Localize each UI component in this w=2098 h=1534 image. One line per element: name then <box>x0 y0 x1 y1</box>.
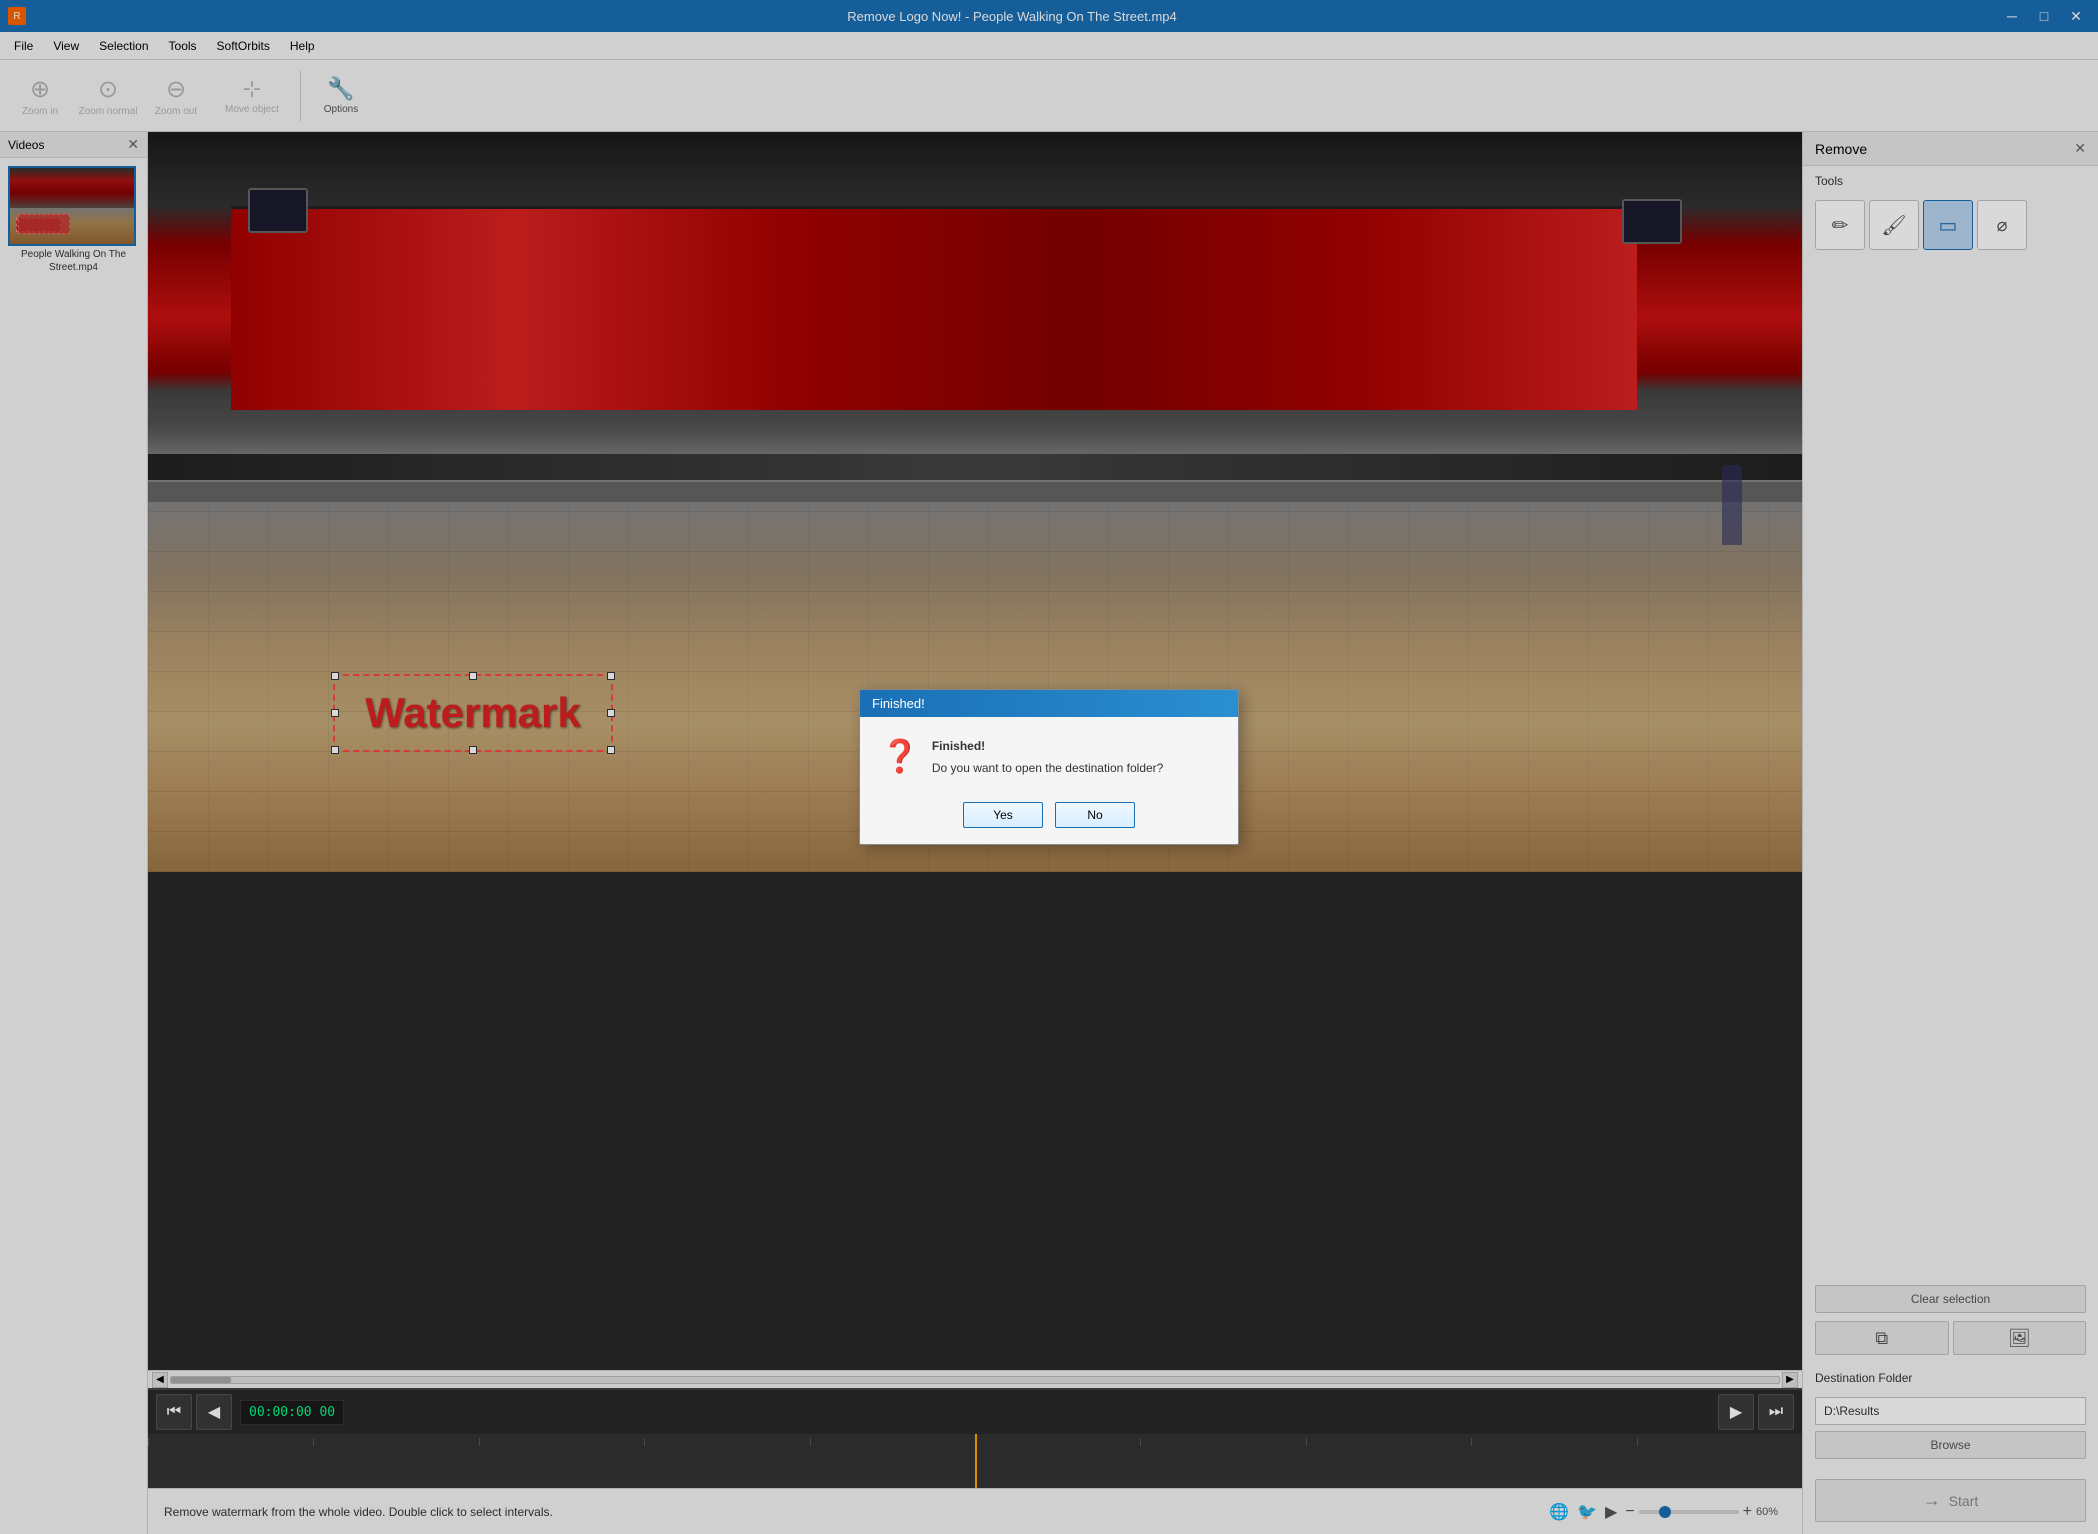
dialog-no-button[interactable]: No <box>1055 802 1135 828</box>
dialog-yes-button[interactable]: Yes <box>963 802 1043 828</box>
dialog-title: Finished! <box>872 696 925 711</box>
dialog-question-icon: ❓ <box>880 737 920 775</box>
dialog-overlay: Finished! ❓ Finished! Do you want to ope… <box>0 0 2098 1534</box>
dialog-message-title: Finished! <box>932 737 1164 756</box>
dialog-body: ❓ Finished! Do you want to open the dest… <box>860 717 1238 793</box>
dialog-message-body: Do you want to open the destination fold… <box>932 761 1164 775</box>
dialog-titlebar: Finished! <box>860 690 1238 717</box>
finished-dialog: Finished! ❓ Finished! Do you want to ope… <box>859 689 1239 844</box>
dialog-message: Finished! Do you want to open the destin… <box>932 737 1164 777</box>
dialog-buttons: Yes No <box>860 794 1238 844</box>
